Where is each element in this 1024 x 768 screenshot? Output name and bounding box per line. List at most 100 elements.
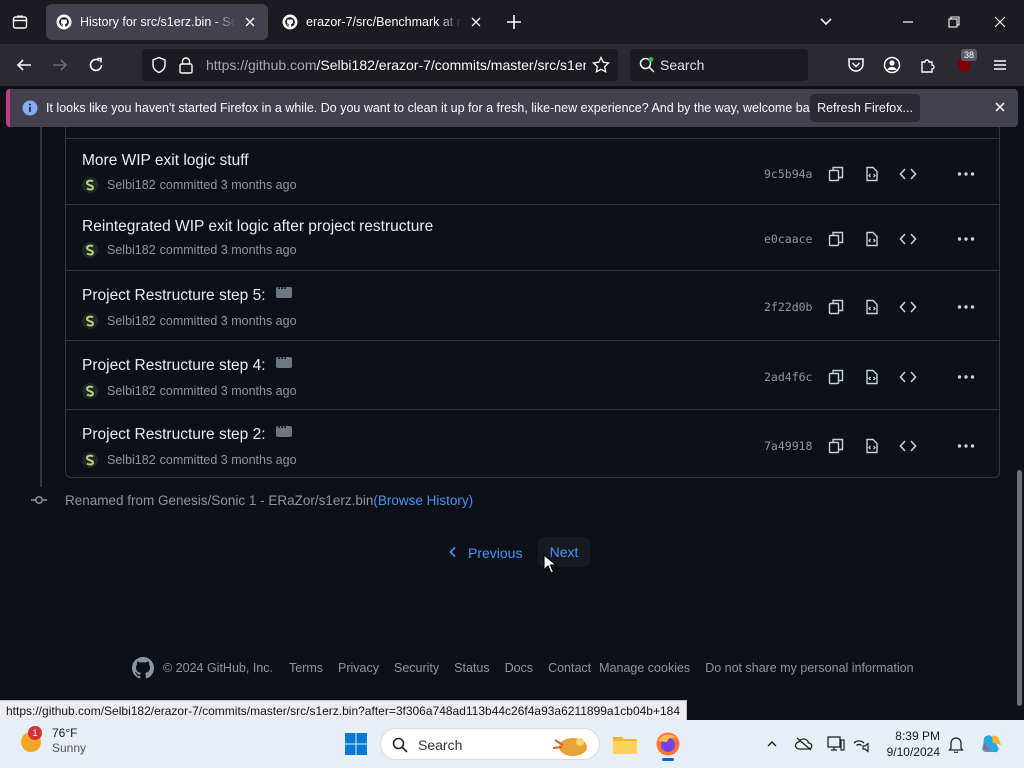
network-volume-icon[interactable]: [852, 734, 872, 754]
browse-history-link[interactable]: (Browse History): [373, 493, 473, 508]
footer-link-security[interactable]: Security: [394, 661, 439, 675]
file-code-icon[interactable]: [862, 164, 882, 184]
mouse-cursor: [543, 553, 558, 577]
forward-icon[interactable]: [49, 54, 71, 76]
menu-icon[interactable]: [989, 54, 1011, 76]
commit-sha-link[interactable]: 9c5b94a: [764, 167, 812, 181]
reload-icon[interactable]: [85, 54, 107, 76]
kebab-menu-icon[interactable]: [956, 229, 976, 249]
minimize-icon[interactable]: [898, 12, 918, 32]
file-code-icon[interactable]: [862, 367, 882, 387]
footer-link-status[interactable]: Status: [454, 661, 489, 675]
commit-title-link[interactable]: Project Restructure step 2:: [82, 426, 266, 444]
tab-list-icon[interactable]: [8, 10, 32, 34]
expand-message-icon[interactable]: [275, 420, 292, 437]
url-bar[interactable]: https://github.com/Selbi182/erazor-7/com…: [142, 49, 618, 81]
close-notification-icon[interactable]: [994, 101, 1006, 116]
commit-sha-link[interactable]: 2f22d0b: [764, 300, 812, 314]
search-engine-icon[interactable]: [638, 56, 656, 77]
commit-title-link[interactable]: Reintegrated WIP exit logic after projec…: [82, 218, 433, 236]
kebab-menu-icon[interactable]: [956, 436, 976, 456]
commit-sha-link[interactable]: 2ad4f6c: [764, 370, 812, 384]
copy-icon[interactable]: [826, 367, 846, 387]
commit-title-link[interactable]: Project Restructure step 4:: [82, 357, 266, 375]
copy-icon[interactable]: [826, 164, 846, 184]
previous-page-button[interactable]: Previous: [448, 540, 522, 566]
bookmark-star-icon[interactable]: [592, 55, 610, 77]
code-icon[interactable]: [898, 229, 918, 249]
copy-icon[interactable]: [826, 297, 846, 317]
commit-author[interactable]: Selbi182: [107, 243, 156, 257]
commit-author[interactable]: Selbi182: [107, 384, 156, 398]
chevron-up-icon[interactable]: [762, 734, 782, 754]
code-icon[interactable]: [898, 297, 918, 317]
restore-icon[interactable]: [944, 12, 964, 32]
commit-title-link[interactable]: More WIP exit logic stuff: [82, 152, 249, 170]
kebab-menu-icon[interactable]: [956, 297, 976, 317]
github-logo-icon[interactable]: [132, 657, 154, 679]
close-window-icon[interactable]: [990, 12, 1010, 32]
expand-message-icon[interactable]: [275, 351, 292, 368]
commit-sha-link[interactable]: 7a49918: [764, 439, 812, 453]
expand-message-icon[interactable]: [275, 281, 292, 298]
weather-widget[interactable]: 1 76°F Sunny: [18, 726, 86, 756]
footer-link-manage-cookies[interactable]: Manage cookies: [599, 661, 690, 675]
avatar[interactable]: [82, 242, 98, 258]
lock-icon[interactable]: [178, 56, 194, 77]
kebab-menu-icon[interactable]: [956, 164, 976, 184]
close-tab-icon[interactable]: [242, 14, 258, 30]
code-icon[interactable]: [898, 436, 918, 456]
file-explorer-icon[interactable]: [611, 730, 639, 758]
notification-bell-icon[interactable]: [946, 734, 966, 754]
avatar[interactable]: [82, 383, 98, 399]
copilot-icon[interactable]: [980, 732, 1004, 756]
onedrive-offline-icon[interactable]: [794, 734, 814, 754]
system-clock[interactable]: 8:39 PM 9/10/2024: [880, 728, 940, 760]
ublock-icon[interactable]: 38: [953, 49, 978, 76]
file-code-icon[interactable]: [862, 229, 882, 249]
copy-icon[interactable]: [826, 436, 846, 456]
tab-benchmark[interactable]: erazor-7/src/Benchmark at master · Selbi…: [272, 4, 494, 40]
code-icon[interactable]: [898, 367, 918, 387]
tab-history[interactable]: History for src/s1erz.bin - Selbi182/era…: [46, 4, 268, 40]
taskbar-search[interactable]: Search: [380, 728, 600, 760]
commit-author[interactable]: Selbi182: [107, 453, 156, 467]
refresh-notification-bar: It looks like you haven't started Firefo…: [6, 89, 1018, 127]
commit-time: committed 3 months ago: [159, 453, 297, 467]
commit-title-link[interactable]: Project Restructure step 5:: [82, 287, 266, 305]
kebab-menu-icon[interactable]: [956, 367, 976, 387]
page-scrollbar[interactable]: [1017, 470, 1022, 706]
avatar[interactable]: [82, 313, 98, 329]
commit-node-icon: [30, 493, 48, 508]
code-icon[interactable]: [898, 164, 918, 184]
commit-sha-link[interactable]: e0caace: [764, 232, 812, 246]
close-tab-icon[interactable]: [468, 14, 484, 30]
refresh-firefox-button[interactable]: Refresh Firefox...: [810, 94, 920, 122]
footer-link-contact[interactable]: Contact: [548, 661, 591, 675]
url-text[interactable]: https://github.com/Selbi182/erazor-7/com…: [206, 57, 586, 73]
avatar[interactable]: [82, 177, 98, 193]
extensions-icon[interactable]: [917, 54, 939, 76]
footer-link-privacy[interactable]: Privacy: [338, 661, 379, 675]
shield-icon[interactable]: [150, 56, 168, 77]
copy-icon[interactable]: [826, 229, 846, 249]
account-icon[interactable]: [881, 54, 903, 76]
commit-author[interactable]: Selbi182: [107, 178, 156, 192]
avatar[interactable]: [82, 452, 98, 468]
commit-row: Project Restructure step 2: Selbi182commi…: [65, 409, 1000, 477]
pocket-icon[interactable]: [845, 54, 867, 76]
footer-link-do-not-share[interactable]: Do not share my personal information: [705, 661, 913, 675]
firefox-icon[interactable]: [654, 730, 682, 761]
search-highlight-icon: [547, 732, 593, 761]
windows-start-icon[interactable]: [342, 730, 370, 758]
chevron-down-icon[interactable]: [816, 12, 836, 32]
back-icon[interactable]: [13, 54, 35, 76]
search-bar[interactable]: Search: [630, 49, 808, 81]
new-tab-icon[interactable]: [504, 12, 524, 32]
display-icon[interactable]: [826, 734, 846, 754]
file-code-icon[interactable]: [862, 297, 882, 317]
file-code-icon[interactable]: [862, 436, 882, 456]
commit-author[interactable]: Selbi182: [107, 314, 156, 328]
footer-link-docs[interactable]: Docs: [505, 661, 533, 675]
footer-link-terms[interactable]: Terms: [289, 661, 323, 675]
